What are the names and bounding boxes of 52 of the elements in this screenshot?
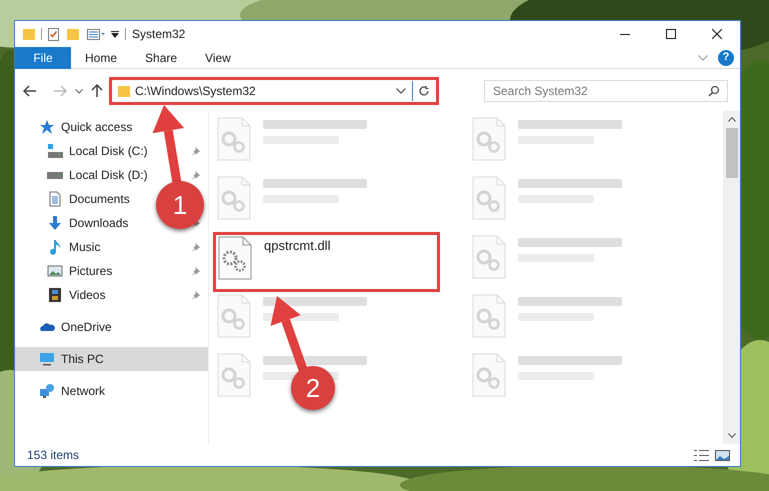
picture-icon	[47, 263, 63, 279]
help-button[interactable]: ?	[718, 50, 734, 66]
nav-item[interactable]: This PC	[15, 347, 208, 371]
status-count: 153 items	[27, 447, 80, 464]
file-item[interactable]: qpstrcmt.dll	[217, 236, 436, 280]
search-icon	[708, 85, 720, 97]
address-field[interactable]: C:\Windows\System32	[113, 81, 435, 101]
ribbon-tab[interactable]: Share	[131, 46, 192, 68]
refresh-icon[interactable]	[418, 85, 430, 97]
nav-item[interactable]: Videos	[47, 286, 106, 304]
ribbon-tab[interactable]: Home	[71, 46, 132, 68]
film-icon	[47, 287, 63, 303]
up-arrow-icon[interactable]	[91, 84, 103, 98]
monitor-icon	[39, 351, 55, 367]
large-icons-view-icon[interactable]	[715, 450, 730, 460]
chevron-down-icon[interactable]	[396, 88, 406, 94]
nav-item[interactable]: Local Disk (C:)	[47, 142, 148, 160]
nav-item[interactable]: OneDrive	[15, 315, 208, 339]
nav-item[interactable]: Pictures	[47, 262, 112, 280]
chevron-down-icon[interactable]	[75, 88, 83, 94]
star-icon	[39, 119, 55, 135]
scroll-thumb[interactable]	[726, 128, 738, 178]
nav-item[interactable]: Quick access	[15, 115, 208, 139]
file-tab[interactable]: File	[15, 46, 71, 68]
nav-item[interactable]: Local Disk (D:)	[47, 166, 148, 184]
nav-item[interactable]: Music	[47, 238, 100, 256]
back-arrow-icon[interactable]	[23, 85, 37, 97]
drive-icon	[47, 143, 63, 159]
network-icon	[39, 383, 55, 399]
close-icon	[712, 29, 722, 39]
music-note-icon	[47, 239, 63, 255]
drive-icon	[47, 172, 63, 178]
download-icon	[47, 215, 63, 231]
ribbon-tab[interactable]: View	[191, 46, 245, 68]
folder-icon	[23, 28, 35, 40]
nav-item[interactable]: Documents	[47, 190, 130, 208]
file-name: qpstrcmt.dll	[264, 237, 330, 255]
maximize-icon	[666, 29, 676, 39]
file-icon	[218, 236, 252, 280]
scroll-up-icon[interactable]	[728, 117, 736, 122]
checklist-icon	[48, 28, 59, 40]
search-field[interactable]: Search System32	[484, 80, 728, 102]
properties-icon	[87, 28, 105, 40]
nav-item[interactable]: Network	[15, 379, 208, 403]
window-title: System32	[132, 26, 186, 43]
customize-icon	[111, 30, 119, 38]
details-view-icon[interactable]	[694, 450, 709, 460]
document-icon	[47, 191, 63, 207]
scroll-down-icon[interactable]	[728, 433, 736, 438]
folder-icon	[67, 28, 79, 40]
folder-icon	[118, 86, 130, 96]
nav-item[interactable]: Downloads	[47, 214, 128, 232]
